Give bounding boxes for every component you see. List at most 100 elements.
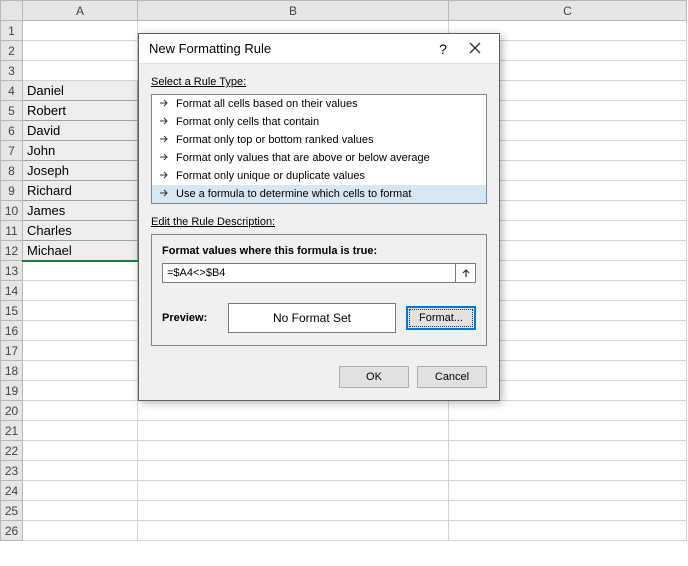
row-header-20[interactable]: 20 [1,401,23,421]
cell[interactable] [449,401,687,421]
cell[interactable] [449,461,687,481]
cell[interactable] [23,441,138,461]
cell[interactable] [23,321,138,341]
cancel-button[interactable]: Cancel [417,366,487,388]
rule-type-label: Format only top or bottom ranked values [176,134,373,146]
row-header-23[interactable]: 23 [1,461,23,481]
title-cell[interactable]: Compare Two [23,21,138,41]
cell[interactable] [138,461,449,481]
collapse-dialog-icon[interactable] [456,263,476,283]
cell[interactable] [23,41,138,61]
rule-type-item[interactable]: Format all cells based on their values [152,95,486,113]
row-header-16[interactable]: 16 [1,321,23,341]
bullet-icon [160,134,170,146]
bullet-icon [160,170,170,182]
cell[interactable] [23,381,138,401]
row-header-5[interactable]: 5 [1,101,23,121]
row-header-10[interactable]: 10 [1,201,23,221]
data-cell[interactable]: Robert [23,101,138,121]
row-header-17[interactable]: 17 [1,341,23,361]
select-all-corner[interactable] [1,1,23,21]
close-icon[interactable] [459,41,491,57]
cell[interactable] [449,421,687,441]
help-icon[interactable]: ? [427,41,459,57]
rule-type-item[interactable]: Format only unique or duplicate values [152,167,486,185]
row-header-4[interactable]: 4 [1,81,23,101]
bullet-icon [160,152,170,164]
row-header-2[interactable]: 2 [1,41,23,61]
cell[interactable] [23,301,138,321]
cell[interactable] [23,521,138,541]
data-cell[interactable]: Richard [23,181,138,201]
rule-type-item[interactable]: Use a formula to determine which cells t… [152,185,486,203]
bullet-icon [160,188,170,200]
rule-type-label: Use a formula to determine which cells t… [176,188,411,200]
bullet-icon [160,98,170,110]
row-header-8[interactable]: 8 [1,161,23,181]
row-header-25[interactable]: 25 [1,501,23,521]
data-cell[interactable]: Michael [23,241,138,261]
dialog-titlebar: New Formatting Rule ? [139,34,499,64]
row-header-13[interactable]: 13 [1,261,23,281]
data-cell[interactable]: Joseph [23,161,138,181]
column-header-A[interactable]: A [23,1,138,21]
cell[interactable] [449,441,687,461]
cell[interactable] [449,501,687,521]
row-header-22[interactable]: 22 [1,441,23,461]
column-header-C[interactable]: C [449,1,687,21]
cell[interactable] [449,521,687,541]
cell[interactable] [138,521,449,541]
data-cell[interactable]: Daniel [23,81,138,101]
row-header-18[interactable]: 18 [1,361,23,381]
row-header-1[interactable]: 1 [1,21,23,41]
row-header-3[interactable]: 3 [1,61,23,81]
cell[interactable] [23,361,138,381]
names-header-cell[interactable]: Nam [23,61,138,81]
formula-label: Format values where this formula is true… [162,245,476,257]
ok-button[interactable]: OK [339,366,409,388]
cell[interactable] [23,281,138,301]
format-button[interactable]: Format... [406,306,476,330]
cell[interactable] [23,481,138,501]
cell[interactable] [138,481,449,501]
data-cell[interactable]: James [23,201,138,221]
column-header-B[interactable]: B [138,1,449,21]
data-cell[interactable]: David [23,121,138,141]
preview-box: No Format Set [228,303,396,333]
row-header-9[interactable]: 9 [1,181,23,201]
cell[interactable] [449,481,687,501]
cell[interactable] [23,501,138,521]
row-header-21[interactable]: 21 [1,421,23,441]
new-formatting-rule-dialog: New Formatting Rule ? Select a Rule Type… [138,33,500,401]
cell[interactable] [138,401,449,421]
data-cell[interactable]: John [23,141,138,161]
row-header-7[interactable]: 7 [1,141,23,161]
row-header-26[interactable]: 26 [1,521,23,541]
row-header-11[interactable]: 11 [1,221,23,241]
data-cell[interactable]: Charles [23,221,138,241]
rule-type-item[interactable]: Format only top or bottom ranked values [152,131,486,149]
cell[interactable] [138,441,449,461]
cell[interactable] [23,341,138,361]
dialog-title: New Formatting Rule [149,41,427,56]
formula-input[interactable] [162,263,456,283]
cell[interactable] [138,501,449,521]
rule-description-box: Format values where this formula is true… [151,234,487,346]
rule-type-item[interactable]: Format only values that are above or bel… [152,149,486,167]
row-header-19[interactable]: 19 [1,381,23,401]
row-header-6[interactable]: 6 [1,121,23,141]
row-header-14[interactable]: 14 [1,281,23,301]
rule-type-list[interactable]: Format all cells based on their values Fo… [151,94,487,204]
rule-type-item[interactable]: Format only cells that contain [152,113,486,131]
cell[interactable] [23,461,138,481]
rule-type-label: Format only values that are above or bel… [176,152,430,164]
row-header-15[interactable]: 15 [1,301,23,321]
row-header-12[interactable]: 12 [1,241,23,261]
edit-rule-description-label: Edit the Rule Description: [151,216,487,228]
rule-type-label: Format only cells that contain [176,116,319,128]
cell[interactable] [23,261,138,281]
cell[interactable] [23,421,138,441]
cell[interactable] [23,401,138,421]
row-header-24[interactable]: 24 [1,481,23,501]
cell[interactable] [138,421,449,441]
